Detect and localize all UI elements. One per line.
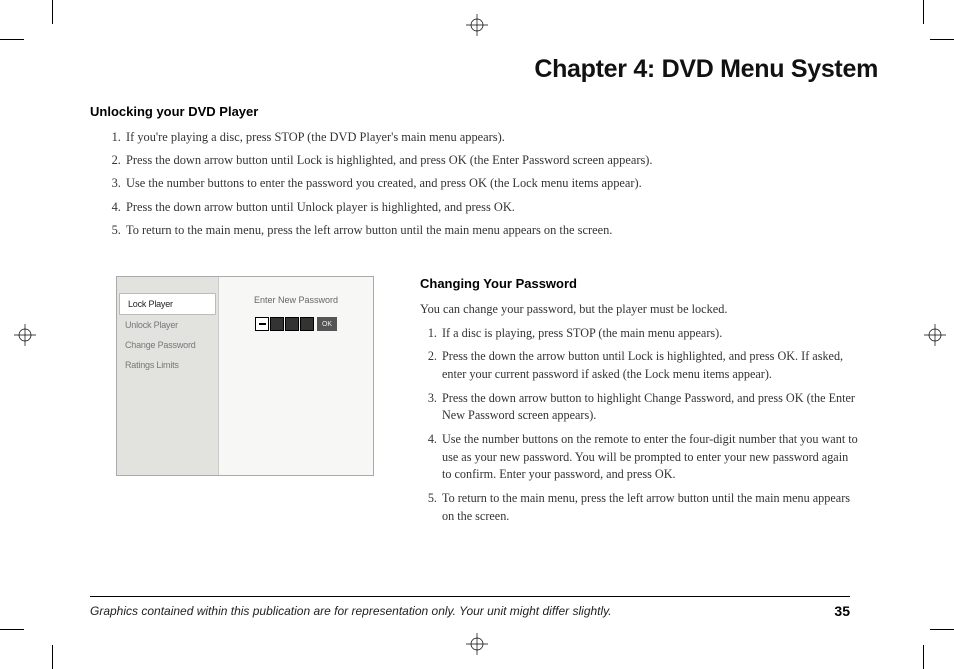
password-digit-box [300,317,314,331]
password-digit-box [255,317,269,331]
list-item: Use the number buttons on the remote to … [440,431,858,484]
cropmark [930,629,954,630]
menu-item-unlock-player: Unlock Player [117,315,218,335]
menu-main-panel: Enter New Password OK [219,277,373,475]
section-heading-change-password: Changing Your Password [420,276,858,291]
cropmark [52,0,53,24]
password-boxes: OK [219,317,373,331]
menu-item-ratings-limits: Ratings Limits [117,355,218,375]
list-item: If you're playing a disc, press STOP (th… [124,128,878,147]
menu-sidebar: Lock Player Unlock Player Change Passwor… [117,277,219,475]
page-number: 35 [834,603,850,619]
menu-item-change-password: Change Password [117,335,218,355]
footer-disclaimer: Graphics contained within this publicati… [90,604,612,618]
list-item: Press the down the arrow button until Lo… [440,348,858,383]
cropmark [923,645,924,669]
list-item: To return to the main menu, press the le… [124,221,878,240]
menu-screenshot: Lock Player Unlock Player Change Passwor… [116,276,374,476]
cropmark [0,629,24,630]
cropmark [930,39,954,40]
list-item: To return to the main menu, press the le… [440,490,858,525]
password-prompt-label: Enter New Password [219,295,373,305]
menu-item-lock-player: Lock Player [119,293,216,315]
password-digit-box [285,317,299,331]
registration-mark-icon [466,633,488,655]
cropmark [52,645,53,669]
password-digit-box [270,317,284,331]
change-password-intro: You can change your password, but the pl… [420,300,858,318]
section-heading-unlock: Unlocking your DVD Player [90,104,878,119]
list-item: If a disc is playing, press STOP (the ma… [440,325,858,343]
unlock-steps-list: If you're playing a disc, press STOP (th… [124,128,878,240]
registration-mark-icon [14,324,36,346]
change-password-steps-list: If a disc is playing, press STOP (the ma… [440,325,858,526]
ok-button-icon: OK [317,317,337,331]
registration-mark-icon [924,324,946,346]
registration-mark-icon [466,14,488,36]
chapter-title: Chapter 4: DVD Menu System [90,55,878,84]
page-content: Chapter 4: DVD Menu System Unlocking you… [90,55,878,531]
list-item: Press the down arrow button until Unlock… [124,198,878,217]
list-item: Press the down arrow button to highlight… [440,390,858,425]
list-item: Press the down arrow button until Lock i… [124,151,878,170]
page-footer: Graphics contained within this publicati… [90,596,850,619]
cropmark [0,39,24,40]
cropmark [923,0,924,24]
list-item: Use the number buttons to enter the pass… [124,174,878,193]
